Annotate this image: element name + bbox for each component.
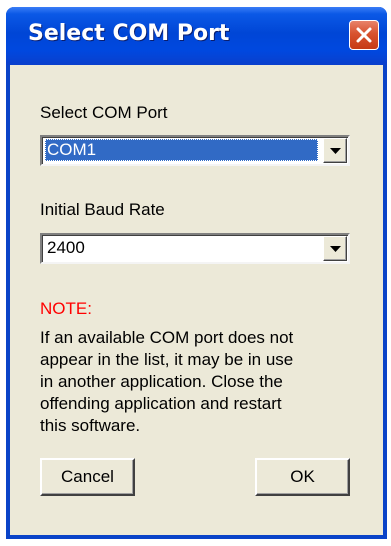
baud-rate-dropdown-button[interactable] [323,236,347,261]
note-line: appear in the list, it may be in use [40,350,294,369]
dialog-content: Select COM Port COM1 Initial Baud Rate 2… [10,65,383,535]
note-line: offending application and restart [40,394,282,413]
note-line: in another application. Close the [40,372,283,391]
chevron-down-icon [330,148,341,154]
baud-rate-label: Initial Baud Rate [40,200,165,219]
cancel-button[interactable]: Cancel [40,458,135,496]
close-button[interactable] [349,20,379,50]
note-line: this software. [40,416,141,435]
baud-rate-select[interactable]: 2400 [40,233,350,264]
note-line: If an available COM port does not [40,328,294,347]
com-port-value: COM1 [45,139,318,161]
title-bar[interactable]: Select COM Port [6,7,387,65]
close-icon [356,27,372,43]
window-title: Select COM Port [28,21,230,46]
com-port-dropdown-button[interactable] [323,138,347,163]
ok-button[interactable]: OK [255,458,350,496]
baud-rate-value: 2400 [47,238,85,257]
dialog-window: Select COM Port Select COM Port COM1 Ini… [6,7,387,539]
com-port-label: Select COM Port [40,103,168,122]
note-title: NOTE: [40,299,92,318]
chevron-down-icon [330,246,341,252]
com-port-select[interactable]: COM1 [40,135,350,166]
